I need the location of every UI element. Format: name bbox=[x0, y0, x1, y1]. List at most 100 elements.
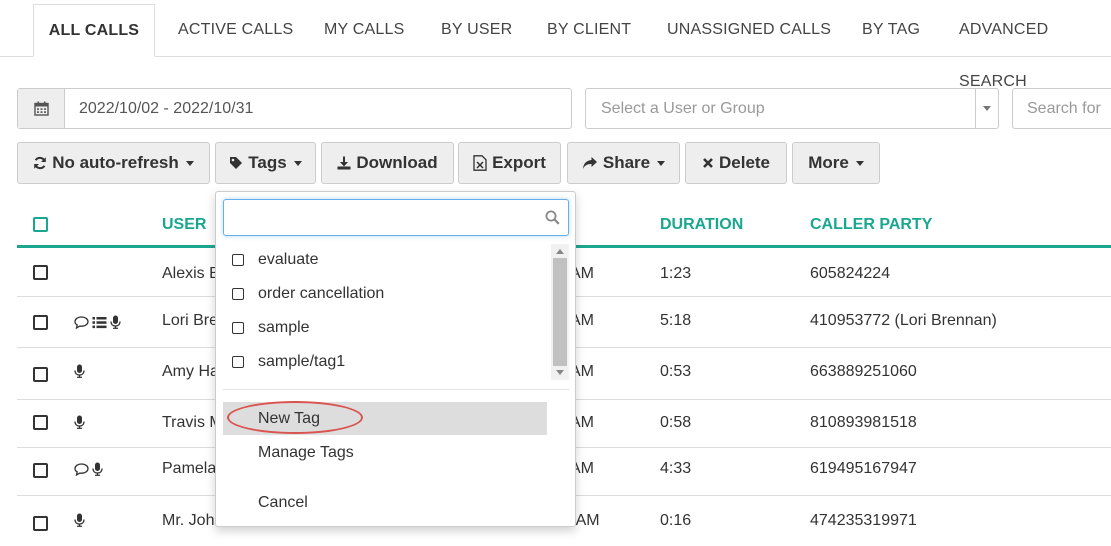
row-checkbox[interactable] bbox=[33, 367, 48, 382]
tab-bar: ALL CALLS ACTIVE CALLS MY CALLS BY USER … bbox=[0, 0, 1111, 90]
row-user: Alexis B bbox=[162, 265, 220, 282]
row-user: Travis M bbox=[162, 414, 223, 431]
caret-down-icon bbox=[293, 160, 302, 166]
header-duration[interactable]: DURATION bbox=[660, 203, 743, 247]
tag-checkbox[interactable] bbox=[232, 254, 244, 266]
header-caller-party[interactable]: CALLER PARTY bbox=[810, 203, 932, 247]
export-label: Export bbox=[492, 153, 546, 172]
scroll-down-arrow-icon[interactable] bbox=[556, 370, 564, 375]
row-caller-party: 605824224 bbox=[810, 265, 891, 282]
row-checkbox[interactable] bbox=[33, 315, 48, 330]
row-duration: 1:23 bbox=[660, 265, 692, 282]
tag-checkbox[interactable] bbox=[232, 288, 244, 300]
list-icon[interactable] bbox=[92, 316, 107, 329]
download-icon bbox=[337, 156, 351, 170]
highlight-ring bbox=[227, 401, 363, 434]
tab-active-calls[interactable]: ACTIVE CALLS bbox=[178, 4, 293, 57]
auto-refresh-label: No auto-refresh bbox=[52, 153, 179, 172]
row-duration: 0:53 bbox=[660, 363, 692, 380]
share-label: Share bbox=[602, 153, 651, 172]
share-icon bbox=[582, 157, 597, 169]
tags-button[interactable]: Tags bbox=[215, 142, 316, 184]
delete-button[interactable]: Delete bbox=[685, 142, 787, 184]
tags-label: Tags bbox=[248, 153, 287, 172]
tag-option[interactable]: evaluate bbox=[232, 245, 319, 275]
export-button[interactable]: Export bbox=[458, 142, 561, 184]
cancel-option[interactable]: Cancel bbox=[223, 486, 547, 519]
date-range-picker[interactable]: 2022/10/02 - 2022/10/31 bbox=[17, 88, 572, 129]
select-all-checkbox[interactable] bbox=[33, 217, 48, 232]
row-checkbox[interactable] bbox=[33, 415, 48, 430]
comment-icon[interactable] bbox=[74, 462, 89, 476]
tag-label: sample bbox=[258, 319, 310, 336]
download-button[interactable]: Download bbox=[321, 142, 454, 184]
row-caller-party: 810893981518 bbox=[810, 414, 917, 431]
microphone-icon[interactable] bbox=[74, 415, 85, 429]
tag-icon bbox=[230, 157, 243, 169]
dropdown-divider bbox=[223, 389, 569, 390]
tag-list[interactable]: evaluate order cancellation sample sampl… bbox=[216, 244, 569, 380]
tag-checkbox[interactable] bbox=[232, 322, 244, 334]
tag-label: sample/tag1 bbox=[258, 353, 346, 370]
row-user: Pamela bbox=[162, 460, 217, 477]
manage-tags-option[interactable]: Manage Tags bbox=[223, 436, 547, 469]
tab-by-user[interactable]: BY USER bbox=[441, 4, 512, 57]
row-checkbox[interactable] bbox=[33, 463, 48, 478]
tab-all-calls[interactable]: ALL CALLS bbox=[33, 4, 155, 57]
download-label: Download bbox=[356, 153, 438, 172]
tag-label: order cancellation bbox=[258, 285, 385, 302]
row-caller-party: 474235319971 bbox=[810, 512, 917, 529]
search-placeholder: Search for bbox=[1027, 100, 1101, 117]
row-user: Lori Bre bbox=[162, 312, 219, 329]
share-button[interactable]: Share bbox=[567, 142, 680, 184]
row-caller-party: 410953772 (Lori Brennan) bbox=[810, 312, 997, 329]
search-input[interactable]: Search for bbox=[1012, 88, 1111, 129]
microphone-icon[interactable] bbox=[74, 364, 85, 378]
user-group-select[interactable]: Select a User or Group bbox=[585, 88, 999, 129]
tags-dropdown: evaluate order cancellation sample sampl… bbox=[215, 191, 576, 527]
tab-by-tag[interactable]: BY TAG bbox=[862, 4, 920, 57]
tag-search-input[interactable] bbox=[223, 199, 569, 236]
tag-list-scrollbar[interactable] bbox=[551, 244, 569, 380]
scrollbar-thumb[interactable] bbox=[553, 258, 567, 366]
row-checkbox[interactable] bbox=[33, 265, 48, 280]
row-duration: 4:33 bbox=[660, 460, 692, 477]
close-icon bbox=[703, 158, 713, 168]
search-icon bbox=[545, 210, 560, 225]
tab-my-calls[interactable]: MY CALLS bbox=[324, 4, 404, 57]
tag-option[interactable]: sample bbox=[232, 313, 310, 343]
comment-icon[interactable] bbox=[74, 315, 89, 329]
chevron-down-icon[interactable] bbox=[975, 89, 998, 128]
tag-option[interactable]: order cancellation bbox=[232, 279, 384, 309]
tag-option[interactable]: sample/tag1 bbox=[232, 347, 345, 377]
user-group-placeholder: Select a User or Group bbox=[601, 100, 765, 117]
more-button[interactable]: More bbox=[792, 142, 880, 184]
refresh-icon bbox=[34, 156, 47, 170]
row-duration: 0:16 bbox=[660, 512, 692, 529]
tab-unassigned-calls[interactable]: UNASSIGNED CALLS bbox=[667, 4, 831, 57]
caret-down-icon bbox=[657, 160, 666, 166]
tag-checkbox[interactable] bbox=[232, 356, 244, 368]
header-user[interactable]: USER bbox=[162, 203, 206, 247]
date-range-value[interactable]: 2022/10/02 - 2022/10/31 bbox=[65, 89, 253, 128]
calendar-icon[interactable] bbox=[18, 89, 65, 128]
microphone-icon[interactable] bbox=[110, 315, 121, 329]
tab-advanced-search[interactable]: ADVANCED SEARCH bbox=[959, 4, 1111, 90]
caret-down-icon bbox=[185, 160, 194, 166]
row-user: Amy Ha bbox=[162, 363, 219, 380]
row-caller-party: 663889251060 bbox=[810, 363, 917, 380]
caret-down-icon bbox=[855, 160, 864, 166]
scroll-up-arrow-icon[interactable] bbox=[556, 249, 564, 254]
microphone-icon[interactable] bbox=[74, 513, 85, 527]
tab-by-client[interactable]: BY CLIENT bbox=[547, 4, 631, 57]
excel-file-icon bbox=[473, 155, 487, 171]
tag-label: evaluate bbox=[258, 251, 319, 268]
microphone-icon[interactable] bbox=[92, 462, 103, 476]
more-label: More bbox=[808, 153, 849, 172]
row-duration: 0:58 bbox=[660, 414, 692, 431]
row-checkbox[interactable] bbox=[33, 516, 48, 531]
row-duration: 5:18 bbox=[660, 312, 692, 329]
auto-refresh-button[interactable]: No auto-refresh bbox=[17, 142, 210, 184]
row-caller-party: 619495167947 bbox=[810, 460, 917, 477]
delete-label: Delete bbox=[718, 153, 771, 172]
